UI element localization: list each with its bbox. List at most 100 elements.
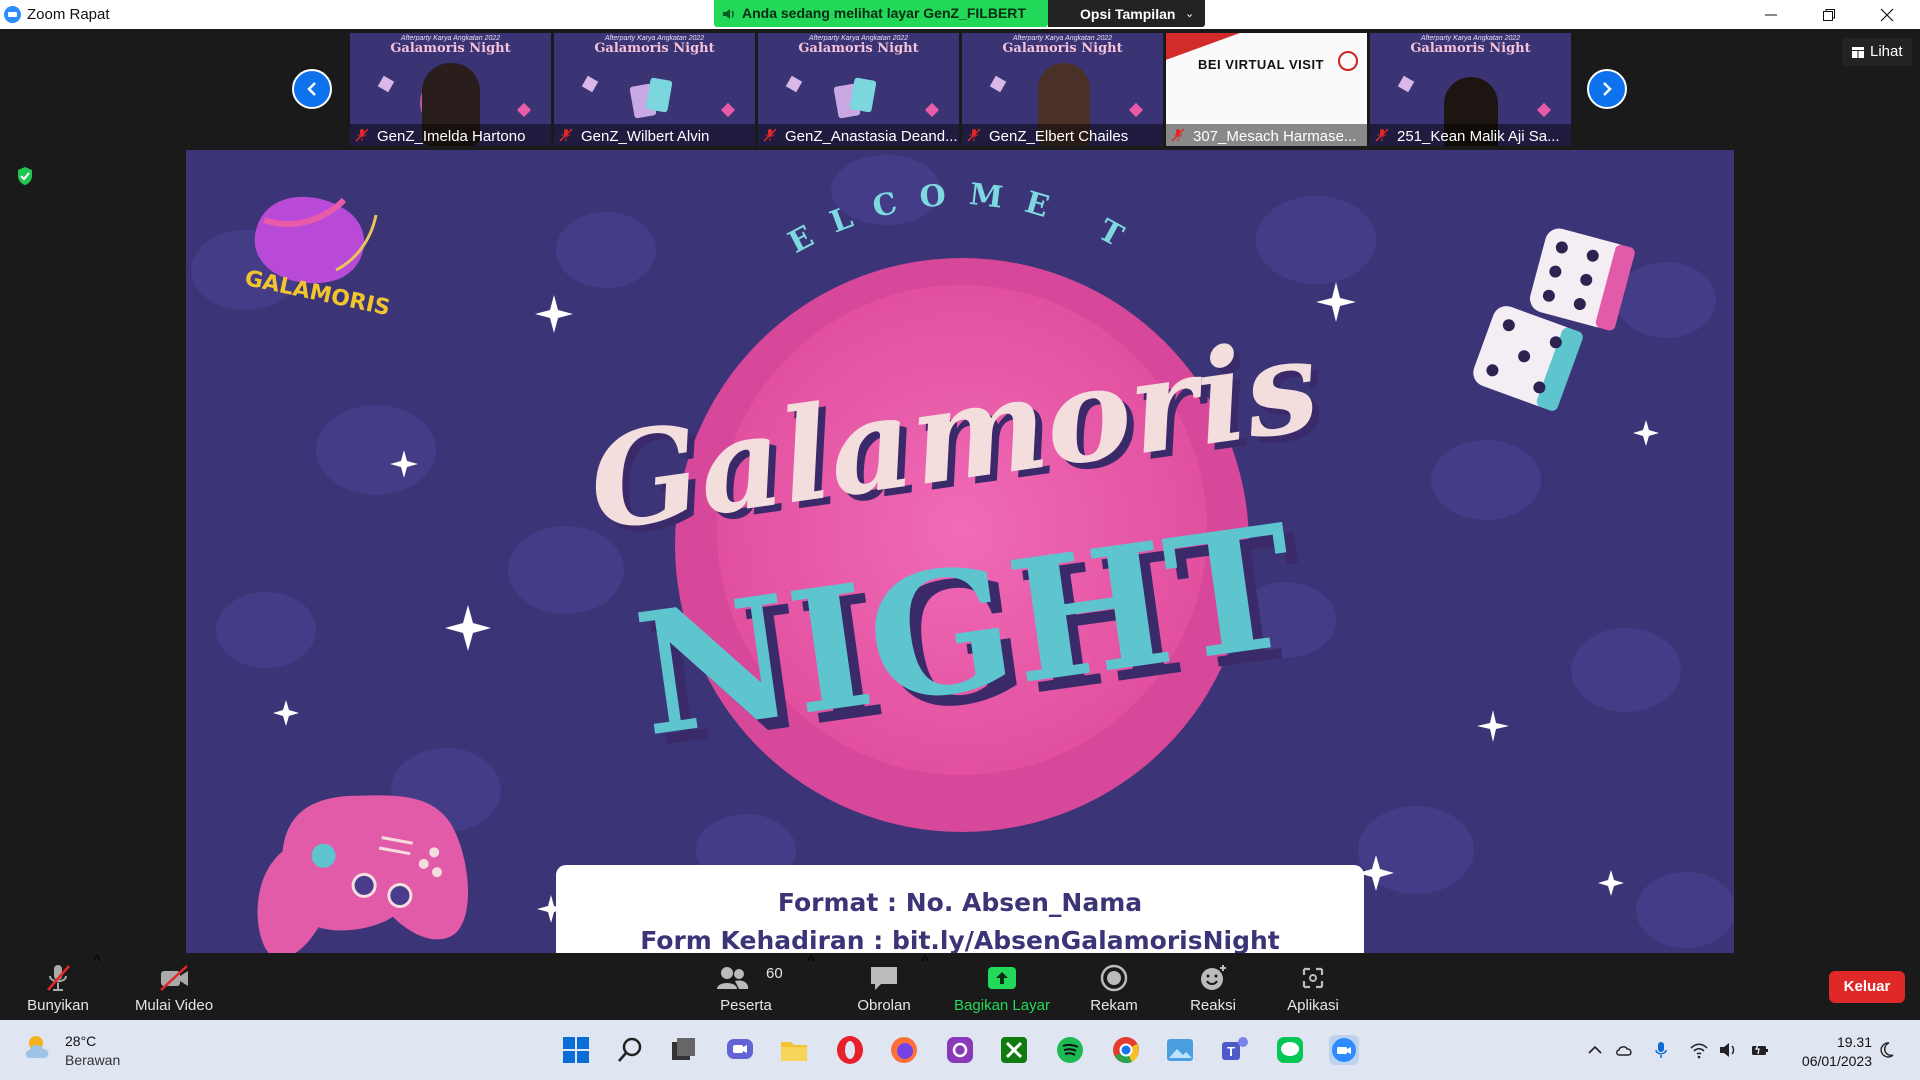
chat-button[interactable]: Obrolan [848,953,920,1020]
previous-page-button[interactable] [292,69,332,109]
share-screen-button[interactable]: Bagikan Layar [950,953,1054,1020]
participant-name: GenZ_Elbert Chailes [989,128,1129,145]
participant-tile[interactable]: Afterparty Karya Angkatan 2022 Galamoris… [758,33,959,146]
photos-app-icon[interactable] [1164,1034,1196,1066]
weather-condition: Berawan [65,1052,121,1068]
chevron-down-icon: ⌄ [1185,8,1195,20]
participant-tile[interactable]: Afterparty Karya Angkatan 2022 Galamoris… [962,33,1163,146]
chrome-icon[interactable] [1110,1034,1142,1066]
participant-name: GenZ_Anastasia Deand... [785,128,958,145]
muted-mic-icon [763,128,777,142]
screen-share-banner: Anda sedang melihat layar GenZ_FILBERT [714,0,1048,27]
leave-meeting-button[interactable]: Keluar [1829,971,1905,1003]
share-screen-icon [988,967,1016,989]
onedrive-icon[interactable] [1615,1040,1635,1060]
record-button[interactable]: Rekam [1080,953,1148,1020]
audio-options-caret[interactable]: ^ [92,953,102,973]
thumb-die [1536,102,1552,118]
reaction-smiley-icon [1201,965,1226,990]
thumb-die [377,75,395,93]
start-video-button[interactable]: Mulai Video [126,953,222,1020]
thumb-title: Galamoris Night [594,41,715,56]
apps-button[interactable]: Aplikasi [1276,953,1350,1020]
encryption-shield-icon[interactable] [16,166,34,186]
participant-tile[interactable]: Afterparty Karya Angkatan 2022 Galamoris… [1370,33,1571,146]
view-layout-label: Lihat [1870,43,1903,60]
opera-icon[interactable] [834,1034,866,1066]
thumb-die [785,75,803,93]
windows-start-icon[interactable] [560,1034,592,1066]
firefox-icon[interactable] [888,1034,920,1066]
participant-tile[interactable]: BEI VIRTUAL VISIT 307_Mesach Harmase... [1166,33,1367,146]
volume-icon[interactable] [1718,1040,1738,1060]
reactions-label: Reaksi [1190,997,1236,1014]
thumb-die [924,102,940,118]
thumb-title: Galamoris Night [390,41,511,56]
muted-mic-icon [1171,128,1185,142]
speaker-icon [723,9,734,19]
zoom-app-icon [4,6,21,23]
task-view-icon[interactable] [668,1034,700,1066]
participant-name-bar: GenZ_Anastasia Deand... [758,124,959,146]
participant-name-bar: GenZ_Wilbert Alvin [554,124,755,146]
title-bar: Zoom Rapat Anda sedang melihat layar Gen… [0,0,1920,29]
participants-button[interactable]: Peserta [710,953,782,1020]
windows-taskbar: 28°C Berawan T 19.31 06/01/2023 [0,1020,1920,1080]
meeting-toolbar: Bunyikan ^ Mulai Video Peserta 60 ^ Obro… [0,953,1920,1020]
view-options-label: Opsi Tampilan [1080,6,1176,22]
chat-options-caret[interactable]: ^ [920,953,930,973]
participant-tile[interactable]: Afterparty Karya Angkatan 2022 Galamoris… [554,33,755,146]
instagram-app-icon[interactable] [944,1034,976,1066]
spotify-icon[interactable] [1054,1034,1086,1066]
muted-mic-icon [967,128,981,142]
minimize-button[interactable] [1743,0,1799,29]
dice-illustration [1473,228,1635,411]
participant-tile[interactable]: Afterparty Karya Angkatan 2022 Galamoris… [350,33,551,146]
focus-assist-moon-icon[interactable] [1876,1040,1896,1060]
participant-name: 251_Kean Malik Aji Sa... [1397,128,1560,145]
zoom-meeting-window: Zoom Rapat Anda sedang melihat layar Gen… [0,0,1920,1080]
close-button[interactable] [1859,0,1915,29]
participant-name: 307_Mesach Harmase... [1193,128,1357,145]
unmute-button[interactable]: Bunyikan [16,953,100,1020]
participant-name-bar: GenZ_Imelda Hartono [350,124,551,146]
muted-mic-icon [1375,128,1389,142]
chat-label: Obrolan [857,997,911,1014]
grid-icon [1852,47,1864,58]
participant-count: 60 [766,965,783,982]
zoom-taskbar-icon[interactable] [1328,1034,1360,1066]
restore-button[interactable] [1801,0,1857,29]
partly-cloudy-icon [25,1036,49,1058]
microphone-icon[interactable] [1651,1040,1671,1060]
start-video-label: Mulai Video [134,997,214,1014]
wifi-icon[interactable] [1689,1040,1709,1060]
search-icon[interactable] [614,1034,646,1066]
galamoris-slide: GALAMORIS WELCOME TO Galamoris Galamoris… [186,150,1734,953]
svg-text:T: T [1227,1044,1235,1059]
clock-time: 19.31 [1836,1034,1872,1050]
thumb-die [581,75,599,93]
reactions-button[interactable]: Reaksi [1176,953,1250,1020]
share-screen-label: Bagikan Layar [954,997,1050,1014]
close-icon [1880,8,1894,22]
battery-charging-icon[interactable] [1750,1040,1770,1060]
microsoft-teams-icon[interactable]: T [1218,1034,1250,1066]
participants-options-caret[interactable]: ^ [806,953,816,973]
view-layout-button[interactable]: Lihat [1842,38,1912,66]
restore-icon [1823,9,1835,21]
chevron-right-icon [1603,82,1612,96]
line-app-icon[interactable] [1274,1034,1306,1066]
show-hidden-icons-chevron[interactable] [1585,1040,1605,1060]
thumb-title: Galamoris Night [1410,41,1531,56]
file-explorer-icon[interactable] [778,1034,810,1066]
next-page-button[interactable] [1587,69,1627,109]
apps-icon [1302,967,1324,989]
teams-chat-icon[interactable] [724,1034,756,1066]
chat-icon [871,967,897,990]
view-options-dropdown[interactable]: Opsi Tampilan ⌄ [1048,0,1205,27]
xbox-icon[interactable] [998,1034,1030,1066]
system-clock[interactable]: 19.31 06/01/2023 [1788,1033,1872,1071]
record-label: Rekam [1090,997,1138,1014]
participant-name-bar: GenZ_Elbert Chailes [962,124,1163,146]
temperature: 28°C [65,1033,97,1049]
